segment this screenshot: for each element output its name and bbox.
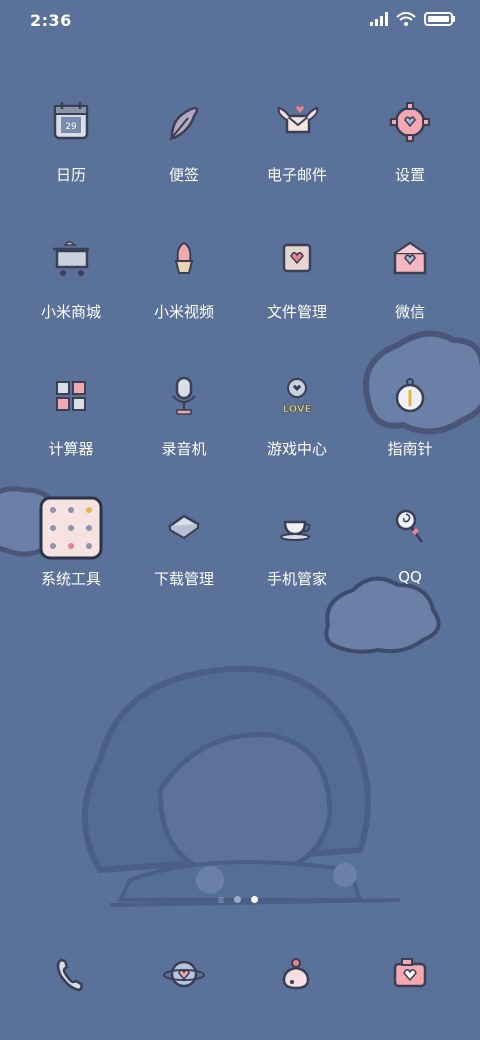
folder-icon <box>39 496 103 560</box>
app-recorder[interactable]: 录音机 <box>132 370 236 480</box>
shopping-cart-icon <box>53 241 89 276</box>
app-downloads[interactable]: 下载管理 <box>132 500 236 610</box>
app-label: 小米商城 <box>40 303 101 321</box>
app-label: 下载管理 <box>153 570 214 588</box>
app-email[interactable]: 电子邮件 <box>245 96 349 206</box>
page-dot-active[interactable] <box>251 896 258 903</box>
app-calendar[interactable]: 29 日历 <box>19 96 123 206</box>
page-indicator[interactable] <box>218 896 258 903</box>
app-label: QQ <box>398 568 422 586</box>
status-bar: 2:36 <box>0 0 480 40</box>
app-label: 文件管理 <box>266 303 327 321</box>
camera-heart-icon[interactable] <box>382 946 438 1002</box>
app-mi-store[interactable]: 小米商城 <box>19 233 123 343</box>
love-bubble-icon: LOVE <box>282 378 312 415</box>
calendar-date: 29 <box>65 122 77 132</box>
app-label: 手机管家 <box>266 570 327 588</box>
wifi-icon <box>396 12 416 26</box>
app-qq[interactable]: QQ <box>358 500 462 610</box>
app-label: 微信 <box>394 303 425 321</box>
envelope-wings-icon <box>277 106 319 134</box>
pocket-watch-icon <box>395 378 425 413</box>
app-game-center[interactable]: LOVE 游戏中心 <box>245 370 349 480</box>
app-label: 电子邮件 <box>266 166 327 184</box>
waffle-icon <box>167 514 201 540</box>
phone-icon[interactable] <box>43 946 99 1002</box>
lollipop-icon <box>395 509 424 543</box>
app-label: 录音机 <box>161 440 207 458</box>
dock <box>0 946 480 1006</box>
teacup-icon <box>280 520 311 541</box>
battery-icon <box>424 12 455 26</box>
app-label: 日历 <box>55 166 86 184</box>
calculator-icon <box>56 381 86 411</box>
app-label: 小米视频 <box>153 303 214 321</box>
app-phone-manager[interactable]: 手机管家 <box>245 500 349 610</box>
cake-icon[interactable] <box>268 946 324 1002</box>
app-system-tools[interactable]: 系统工具 <box>19 496 123 610</box>
heart-card-icon <box>282 243 312 273</box>
menu-lines-icon <box>218 896 224 903</box>
cupcake-icon <box>174 241 194 274</box>
signal-icon <box>370 12 388 26</box>
app-compass[interactable]: 指南针 <box>358 370 462 480</box>
app-notes[interactable]: 便签 <box>132 96 236 206</box>
love-text: LOVE <box>283 404 312 415</box>
app-mi-video[interactable]: 小米视频 <box>132 233 236 343</box>
page-dot[interactable] <box>234 896 241 903</box>
planet-heart-icon[interactable] <box>156 946 212 1002</box>
gear-heart-icon <box>390 102 430 142</box>
app-wechat[interactable]: 微信 <box>358 233 462 343</box>
feather-icon <box>169 106 199 141</box>
microphone-icon <box>172 376 196 415</box>
app-label: 设置 <box>394 166 425 184</box>
love-letter-icon <box>393 241 427 275</box>
app-label: 指南针 <box>387 440 433 458</box>
app-label: 游戏中心 <box>266 440 327 458</box>
app-label: 便签 <box>168 166 199 184</box>
app-settings[interactable]: 设置 <box>358 96 462 206</box>
status-time: 2:36 <box>30 11 72 30</box>
app-file-manager[interactable]: 文件管理 <box>245 233 349 343</box>
app-label: 系统工具 <box>40 570 101 588</box>
app-calculator[interactable]: 计算器 <box>19 370 123 480</box>
app-label: 计算器 <box>48 440 94 458</box>
calendar-icon: 29 <box>53 102 89 140</box>
